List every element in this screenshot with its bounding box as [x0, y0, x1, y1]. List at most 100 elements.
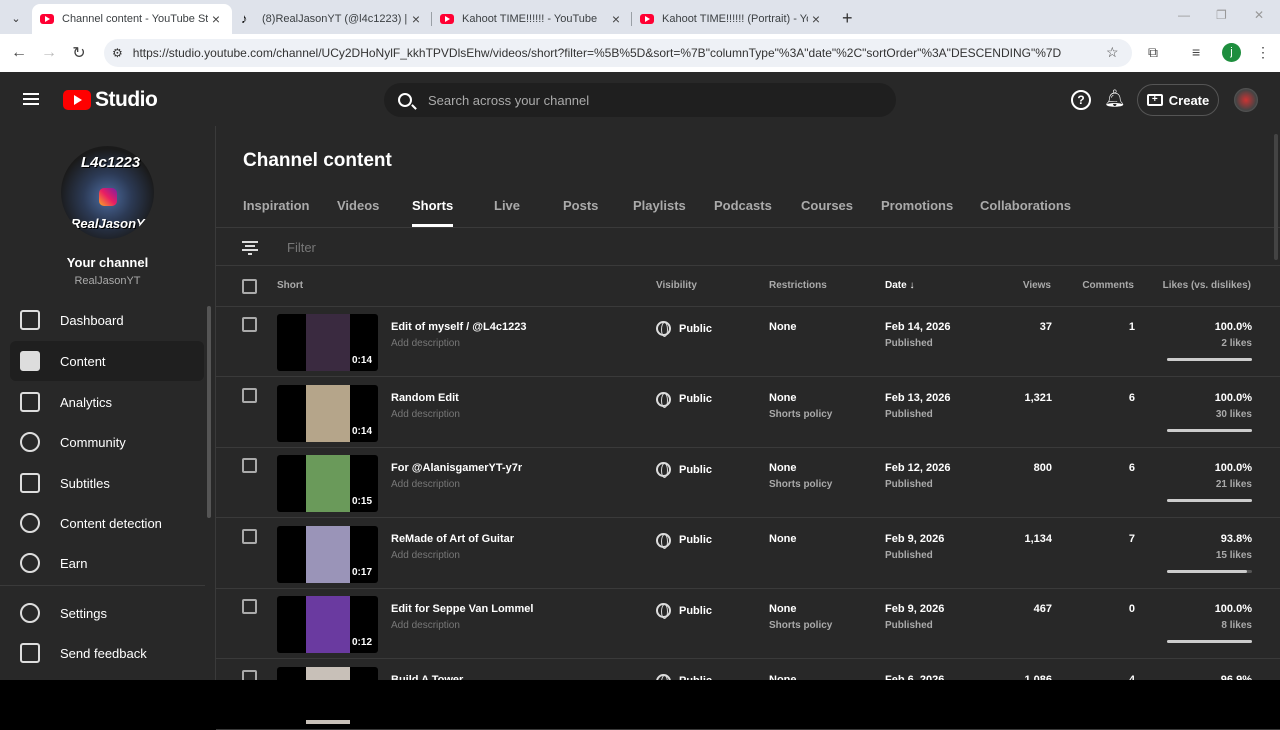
browser-tab[interactable]: Kahoot TIME!!!!!! (Portrait) - You ×: [632, 4, 832, 34]
account-avatar[interactable]: [1234, 88, 1258, 112]
bell-icon[interactable]: 🔔︎: [1104, 90, 1126, 110]
video-description[interactable]: Add description: [391, 550, 460, 561]
tab-playlists[interactable]: Playlists: [633, 198, 686, 213]
sidebar-item-content[interactable]: Content: [10, 341, 204, 381]
row-checkbox[interactable]: [242, 528, 257, 544]
help-icon[interactable]: ?: [1071, 90, 1091, 110]
filter-icon[interactable]: [242, 241, 258, 255]
column-header-likes[interactable]: Likes (vs. dislikes): [1163, 280, 1251, 291]
browser-tab[interactable]: Channel content - YouTube Stu ×: [32, 4, 232, 34]
table-row[interactable]: 0:14 Edit of myself / @L4c1223 Add descrip…: [216, 307, 1280, 377]
tab-promotions[interactable]: Promotions: [881, 198, 953, 213]
close-icon[interactable]: ×: [608, 11, 624, 27]
column-header-comments[interactable]: Comments: [1082, 280, 1134, 291]
table-row[interactable]: 0:12 Edit for Seppe Van Lommel Add descrip…: [216, 589, 1280, 659]
visibility-dropdown[interactable]: Public: [656, 532, 712, 549]
close-icon[interactable]: ×: [408, 11, 424, 27]
like-percentage: 100.0%: [1214, 603, 1252, 615]
video-thumbnail[interactable]: 0:15: [277, 455, 378, 512]
sidebar-item-subtitles[interactable]: Subtitles: [10, 463, 204, 503]
video-thumbnail[interactable]: 0:17: [277, 525, 378, 583]
video-description[interactable]: Add description: [391, 409, 460, 420]
menu-icon[interactable]: [23, 93, 39, 105]
new-tab-icon[interactable]: +: [842, 4, 853, 34]
bookmark-star-icon[interactable]: ☆: [1106, 44, 1119, 61]
visibility-dropdown[interactable]: Public: [656, 391, 712, 408]
visibility-dropdown[interactable]: Public: [656, 603, 712, 619]
sidebar-item-send-feedback[interactable]: Send feedback: [10, 633, 204, 673]
video-thumbnail[interactable]: 0:12: [277, 596, 378, 653]
column-header-views[interactable]: Views: [1023, 280, 1051, 291]
row-checkbox[interactable]: [242, 317, 257, 332]
table-row[interactable]: 0:15 For @AlanisgamerYT-y7r Add descriptio…: [216, 448, 1280, 518]
close-icon[interactable]: ×: [208, 11, 224, 27]
likes-bar-fill: [1167, 428, 1252, 432]
visibility-dropdown[interactable]: Public: [656, 321, 712, 337]
video-thumbnail[interactable]: 0:14: [277, 384, 378, 442]
minimize-icon[interactable]: —: [1178, 8, 1190, 22]
sidebar-item-analytics[interactable]: Analytics: [10, 382, 204, 422]
search-input[interactable]: Search across your channel: [384, 83, 896, 117]
visibility-dropdown[interactable]: Public: [656, 462, 712, 478]
row-checkbox[interactable]: [242, 599, 257, 614]
tab-videos[interactable]: Videos: [337, 198, 379, 213]
tab-posts[interactable]: Posts: [563, 198, 598, 213]
close-icon[interactable]: ×: [808, 11, 824, 27]
column-header-date[interactable]: Date ↓: [885, 280, 914, 291]
sort-down-icon: ↓: [909, 280, 915, 291]
site-info-icon[interactable]: ⚙: [112, 46, 123, 60]
back-icon[interactable]: ←: [4, 44, 34, 62]
tab-inspiration[interactable]: Inspiration: [243, 198, 309, 213]
sidebar-item-dashboard[interactable]: Dashboard: [10, 300, 204, 340]
video-title[interactable]: Edit of myself / @L4c1223: [391, 321, 526, 333]
sidebar-item-earn[interactable]: Earn: [10, 543, 204, 583]
channel-avatar[interactable]: L4c1223 RealJasonYT: [61, 146, 154, 239]
tab-search-icon[interactable]: ⌄: [6, 8, 26, 28]
maximize-icon[interactable]: ❐: [1216, 8, 1227, 22]
comments-count: 6: [1128, 462, 1135, 474]
row-checkbox[interactable]: [242, 387, 257, 403]
forward-icon[interactable]: →: [34, 44, 64, 62]
media-icon[interactable]: ≡: [1192, 44, 1200, 60]
video-title[interactable]: Random Edit: [391, 392, 459, 404]
video-description[interactable]: Add description: [391, 338, 460, 349]
browser-tab[interactable]: (8)RealJasonYT (@l4c1223) | Tik×: [232, 4, 432, 34]
browser-profile-avatar[interactable]: j: [1222, 43, 1241, 62]
tab-courses[interactable]: Courses: [801, 198, 853, 213]
studio-logo[interactable]: Studio: [63, 88, 158, 112]
filter-input[interactable]: Filter: [287, 240, 316, 255]
url-bar[interactable]: ⚙ https://studio.youtube.com/channel/UCy…: [104, 39, 1132, 67]
sidebar-scrollbar[interactable]: [207, 306, 211, 518]
browser-menu-icon[interactable]: ⋮: [1256, 44, 1270, 61]
video-thumbnail[interactable]: 0:14: [277, 314, 378, 371]
sidebar-item-community[interactable]: Community: [10, 422, 204, 462]
create-button[interactable]: + Create: [1137, 84, 1219, 116]
window-close-icon[interactable]: ✕: [1254, 8, 1264, 22]
sidebar-item-content-detection[interactable]: Content detection: [10, 503, 204, 543]
sidebar-item-label: Analytics: [60, 394, 113, 410]
tab-collaborations[interactable]: Collaborations: [980, 198, 1071, 213]
column-header-restrictions[interactable]: Restrictions: [769, 280, 827, 291]
video-title[interactable]: Edit for Seppe Van Lommel: [391, 603, 533, 615]
video-description[interactable]: Add description: [391, 479, 460, 490]
tab-podcasts[interactable]: Podcasts: [714, 198, 772, 213]
restriction-detail: Shorts policy: [769, 620, 833, 631]
publish-status: Published: [885, 408, 933, 420]
browser-tab[interactable]: Kahoot TIME!!!!!! - YouTube ×: [432, 4, 632, 34]
main-scrollbar[interactable]: [1274, 134, 1278, 260]
table-row[interactable]: 0:17 ReMade of Art of Guitar Add descripti…: [216, 519, 1280, 589]
video-title[interactable]: For @AlanisgamerYT-y7r: [391, 462, 522, 474]
youtube-icon: [40, 14, 54, 24]
video-title[interactable]: ReMade of Art of Guitar: [391, 533, 514, 545]
row-checkbox[interactable]: [242, 458, 257, 473]
column-header-visibility[interactable]: Visibility: [656, 280, 697, 291]
video-description[interactable]: Add description: [391, 620, 460, 631]
select-all-checkbox[interactable]: [242, 279, 257, 294]
tab-live[interactable]: Live: [494, 198, 520, 213]
tab-shorts[interactable]: Shorts: [412, 198, 454, 227]
sidebar-item-settings[interactable]: Settings: [10, 593, 204, 633]
extensions-icon[interactable]: ⧉: [1148, 44, 1158, 61]
tab-title: (8)RealJasonYT (@l4c1223) | Tik: [262, 13, 408, 25]
reload-icon[interactable]: ↻: [64, 43, 94, 63]
table-row[interactable]: 0:14 Random Edit Add description Public None…: [216, 378, 1280, 448]
